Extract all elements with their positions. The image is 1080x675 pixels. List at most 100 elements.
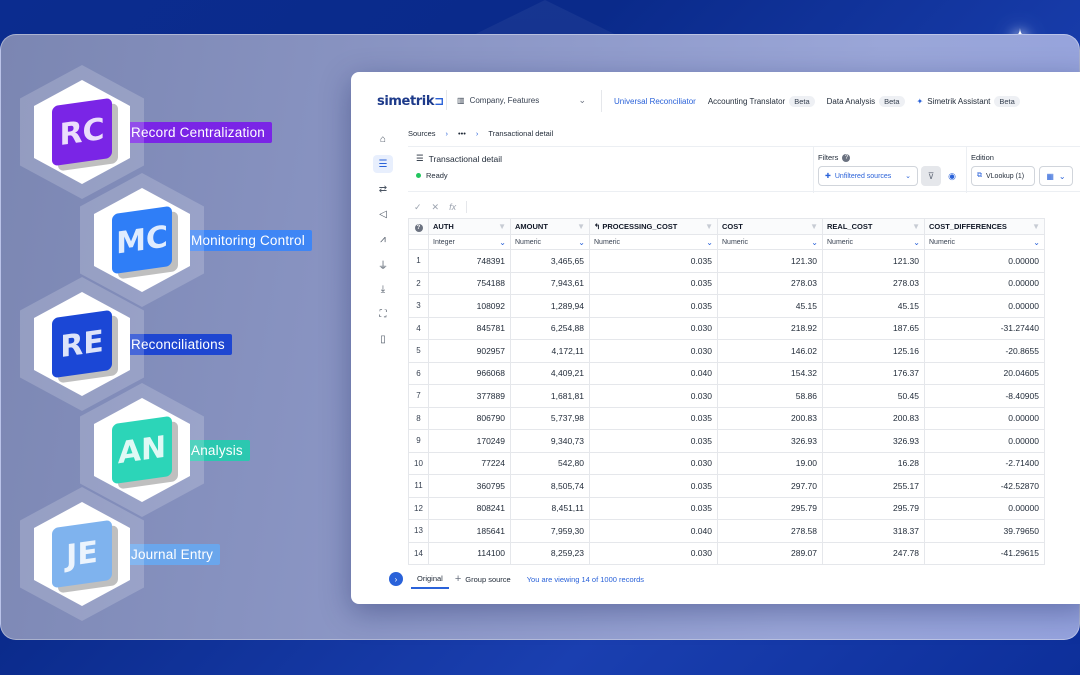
table-cell[interactable]: 845781: [428, 316, 511, 340]
table-cell[interactable]: 0.00000: [924, 294, 1045, 318]
table-cell[interactable]: 808241: [428, 496, 511, 520]
table-cell[interactable]: 1,681,81: [510, 384, 590, 408]
table-row[interactable]: 3 108092 1,289,94 0.035 45.15 45.15 0.00000: [408, 294, 1045, 318]
table-cell[interactable]: -41.29615: [924, 541, 1045, 565]
table-cell[interactable]: 0.00000: [924, 429, 1045, 453]
tab-data-analysis[interactable]: Data Analysis Beta: [827, 90, 905, 112]
column-header[interactable]: COST ▼: [717, 218, 823, 235]
table-cell[interactable]: 0.00000: [924, 249, 1045, 273]
column-type-select[interactable]: Integer ⌄: [428, 234, 511, 250]
table-row[interactable]: 2 754188 7,943,61 0.035 278.03 278.03 0.00000: [408, 271, 1045, 295]
table-cell[interactable]: 8,505,74: [510, 474, 590, 498]
table-cell[interactable]: 255.17: [822, 474, 925, 498]
table-cell[interactable]: 45.15: [822, 294, 925, 318]
function-icon[interactable]: fx: [449, 202, 456, 212]
table-cell[interactable]: -8.40905: [924, 384, 1045, 408]
table-cell[interactable]: 278.58: [717, 519, 823, 543]
table-cell[interactable]: 176.37: [822, 361, 925, 385]
help-icon[interactable]: ?: [842, 153, 851, 162]
column-header[interactable]: ↰ PROCESSING_COST ▼: [589, 218, 718, 235]
column-type-select[interactable]: Numeric ⌄: [589, 234, 718, 250]
table-cell[interactable]: 4,172,11: [510, 339, 590, 363]
table-cell[interactable]: 278.03: [822, 271, 925, 295]
table-cell[interactable]: 5,737,98: [510, 406, 590, 430]
table-cell[interactable]: 50.45: [822, 384, 925, 408]
chevron-right-icon[interactable]: ›: [389, 572, 403, 586]
table-cell[interactable]: -42.52870: [924, 474, 1045, 498]
table-cell[interactable]: 200.83: [717, 406, 823, 430]
tab-accounting-translator[interactable]: Accounting Translator Beta: [708, 90, 815, 112]
table-cell[interactable]: 125.16: [822, 339, 925, 363]
table-row[interactable]: 13 185641 7,959,30 0.040 278.58 318.37 39.7965…: [408, 519, 1045, 543]
table-cell[interactable]: 295.79: [822, 496, 925, 520]
table-cell[interactable]: 295.79: [717, 496, 823, 520]
table-cell[interactable]: 45.15: [717, 294, 823, 318]
table-cell[interactable]: 7,943,61: [510, 271, 590, 295]
filter-icon[interactable]: ▼: [577, 222, 585, 231]
tab-original[interactable]: Original: [411, 570, 449, 589]
table-cell[interactable]: 0.030: [589, 541, 718, 565]
table-cell[interactable]: 0.040: [589, 361, 718, 385]
table-row[interactable]: 1 748391 3,465,65 0.035 121.30 121.30 0.00000: [408, 249, 1045, 273]
column-type-select[interactable]: Numeric ⌄: [717, 234, 823, 250]
table-cell[interactable]: 0.035: [589, 249, 718, 273]
table-cell[interactable]: 297.70: [717, 474, 823, 498]
table-row[interactable]: 7 377889 1,681,81 0.030 58.86 50.45 -8.40905: [408, 384, 1045, 408]
table-row[interactable]: 12 808241 8,451,11 0.035 295.79 295.79 0.00000: [408, 496, 1045, 520]
megaphone-icon[interactable]: ◁: [373, 205, 393, 223]
home-icon[interactable]: ⌂: [373, 130, 393, 148]
table-cell[interactable]: 806790: [428, 406, 511, 430]
filter-icon[interactable]: ▼: [912, 222, 920, 231]
table-cell[interactable]: 39.79650: [924, 519, 1045, 543]
table-cell[interactable]: 19.00: [717, 451, 823, 475]
table-cell[interactable]: 360795: [428, 474, 511, 498]
table-cell[interactable]: 218.92: [717, 316, 823, 340]
filter-icon[interactable]: ▼: [498, 222, 506, 231]
table-cell[interactable]: 0.00000: [924, 271, 1045, 295]
table-cell[interactable]: 7,959,30: [510, 519, 590, 543]
table-cell[interactable]: 3,465,65: [510, 249, 590, 273]
table-cell[interactable]: 0.035: [589, 474, 718, 498]
table-cell[interactable]: 1,289,94: [510, 294, 590, 318]
database-icon[interactable]: ☰: [373, 155, 393, 173]
table-cell[interactable]: 0.00000: [924, 406, 1045, 430]
table-cell[interactable]: 0.030: [589, 384, 718, 408]
table-cell[interactable]: 0.030: [589, 451, 718, 475]
tab-simetrik-assistant[interactable]: ✦ Simetrik Assistant Beta: [917, 90, 1020, 112]
table-cell[interactable]: 121.30: [717, 249, 823, 273]
table-cell[interactable]: 6,254,88: [510, 316, 590, 340]
table-cell[interactable]: 20.04605: [924, 361, 1045, 385]
table-cell[interactable]: 146.02: [717, 339, 823, 363]
table-cell[interactable]: 289.07: [717, 541, 823, 565]
vlookup-button[interactable]: ⧉ VLookup (1): [971, 166, 1035, 186]
table-cell[interactable]: -2.71400: [924, 451, 1045, 475]
table-cell[interactable]: -31.27440: [924, 316, 1045, 340]
table-cell[interactable]: -20.8655: [924, 339, 1045, 363]
table-cell[interactable]: 154.32: [717, 361, 823, 385]
calendar-dropdown[interactable]: ▦ ⌄: [1039, 166, 1073, 186]
filter-icon[interactable]: ▼: [1032, 222, 1040, 231]
table-row[interactable]: 8 806790 5,737,98 0.035 200.83 200.83 0.00000: [408, 406, 1045, 430]
table-cell[interactable]: 77224: [428, 451, 511, 475]
table-cell[interactable]: 185641: [428, 519, 511, 543]
swap-icon[interactable]: ⇄: [373, 180, 393, 198]
tab-group-source[interactable]: + Group source: [449, 569, 517, 589]
table-row[interactable]: 6 966068 4,409,21 0.040 154.32 176.37 20.04605: [408, 361, 1045, 385]
table-cell[interactable]: 0.030: [589, 316, 718, 340]
table-cell[interactable]: 108092: [428, 294, 511, 318]
clear-filter-icon[interactable]: ⊽: [921, 166, 941, 186]
table-cell[interactable]: 326.93: [822, 429, 925, 453]
table-cell[interactable]: 748391: [428, 249, 511, 273]
table-cell[interactable]: 542,80: [510, 451, 590, 475]
table-row[interactable]: 10 77224 542,80 0.030 19.00 16.28 -2.71400: [408, 451, 1045, 475]
table-cell[interactable]: 9,340,73: [510, 429, 590, 453]
chart-icon[interactable]: ⩘: [373, 230, 393, 248]
expand-icon[interactable]: ⛶: [373, 305, 393, 323]
table-cell[interactable]: 0.035: [589, 406, 718, 430]
table-cell[interactable]: 278.03: [717, 271, 823, 295]
table-cell[interactable]: 966068: [428, 361, 511, 385]
column-header[interactable]: COST_DIFFERENCES ▼: [924, 218, 1045, 235]
table-cell[interactable]: 0.035: [589, 271, 718, 295]
table-cell[interactable]: 0.030: [589, 339, 718, 363]
table-cell[interactable]: 0.035: [589, 294, 718, 318]
